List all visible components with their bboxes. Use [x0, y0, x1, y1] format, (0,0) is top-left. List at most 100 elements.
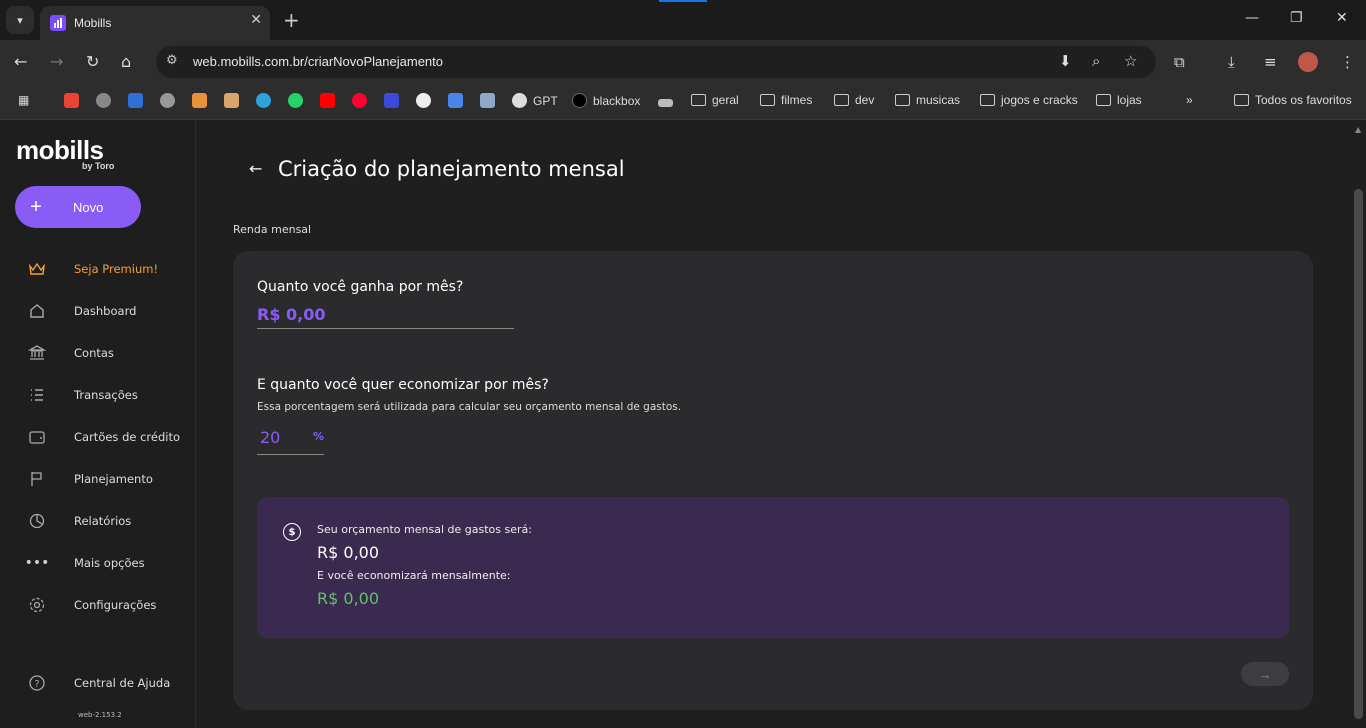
- close-window-button[interactable]: ✕: [1336, 10, 1348, 26]
- new-button-label: Novo: [73, 199, 104, 215]
- address-bar[interactable]: ⚙ web.mobills.com.br/criarNovoPlanejamen…: [156, 46, 1156, 78]
- folder-jogos[interactable]: jogos e cracks: [980, 93, 1078, 107]
- sidebar-item-ajuda[interactable]: ? Central de Ajuda: [0, 663, 196, 703]
- window-accent-bar: [659, 0, 707, 2]
- home-button[interactable]: ⌂: [121, 52, 131, 71]
- folder-lojas[interactable]: lojas: [1096, 93, 1142, 107]
- youtube-bookmark[interactable]: [320, 93, 335, 108]
- sidebar-item-mais-opcoes[interactable]: ••• Mais opções: [0, 543, 196, 583]
- blue-bookmark[interactable]: [128, 93, 143, 108]
- savings-percent-input[interactable]: 20 %: [257, 425, 324, 455]
- globe2-bookmark[interactable]: [160, 93, 175, 108]
- gmail-bookmark[interactable]: [64, 93, 79, 108]
- list-icon: [28, 386, 46, 404]
- browser-toolbar: ← → ↻ ⌂ ⚙ web.mobills.com.br/criarNovoPl…: [0, 40, 1366, 84]
- folder-geral[interactable]: geral: [691, 93, 739, 107]
- income-input[interactable]: R$ 0,00: [257, 305, 514, 329]
- savings-value: R$ 0,00: [317, 589, 380, 608]
- menu-icon[interactable]: ⋮: [1340, 53, 1355, 71]
- folder-icon: [1096, 94, 1111, 106]
- scrollbar[interactable]: ▲: [1351, 121, 1366, 728]
- sidebar-item-planejamento[interactable]: Planejamento: [0, 459, 196, 499]
- gpt-bookmark[interactable]: GPT: [512, 93, 558, 108]
- folder-musicas[interactable]: musicas: [895, 93, 960, 107]
- github-bookmark[interactable]: [416, 93, 431, 108]
- browser-tab-strip: ▾ Mobills ✕ + — ❐ ✕: [0, 0, 1366, 40]
- budget-value: R$ 0,00: [317, 543, 380, 562]
- folder-dev[interactable]: dev: [834, 93, 874, 107]
- sidebar-item-dashboard[interactable]: Dashboard: [0, 291, 196, 331]
- folder-icon: [760, 94, 775, 106]
- sidebar-item-label: Relatórios: [74, 514, 132, 528]
- close-tab-icon[interactable]: ✕: [250, 12, 262, 28]
- svg-text:?: ?: [34, 679, 39, 690]
- profile-avatar[interactable]: [1298, 52, 1318, 72]
- more-bookmarks-icon[interactable]: »: [1186, 93, 1193, 107]
- whatsapp-bookmark[interactable]: [288, 93, 303, 108]
- sidebar-item-label: Transações: [74, 388, 138, 402]
- sidebar-item-label: Central de Ajuda: [74, 676, 171, 690]
- misc-bookmark[interactable]: [658, 93, 673, 107]
- savings-percent-value[interactable]: 20: [260, 428, 280, 447]
- apps-icon[interactable]: ▦: [18, 93, 29, 107]
- savings-label: E você economizará mensalmente:: [317, 569, 511, 582]
- back-button[interactable]: ←: [14, 52, 27, 71]
- logo-subtitle: by Toro: [82, 161, 115, 171]
- sidebar-item-contas[interactable]: Contas: [0, 333, 196, 373]
- url-text[interactable]: web.mobills.com.br/criarNovoPlanejamento: [193, 54, 443, 69]
- sidebar-item-configuracoes[interactable]: Configurações: [0, 585, 196, 625]
- globe-bookmark[interactable]: [96, 93, 111, 108]
- app-version: web-2.153.2: [78, 711, 122, 719]
- next-button[interactable]: →: [1241, 662, 1289, 686]
- site-info-icon[interactable]: ⚙: [166, 53, 178, 68]
- sidebar-item-label: Planejamento: [74, 472, 153, 486]
- savings-hint: Essa porcentagem será utilizada para cal…: [257, 401, 682, 413]
- youtube-music-bookmark[interactable]: [352, 93, 367, 108]
- savings-question: E quanto você quer economizar por mês?: [257, 377, 549, 393]
- bookmark-star-icon[interactable]: ☆: [1124, 52, 1137, 70]
- new-button[interactable]: + Novo: [15, 186, 141, 228]
- back-arrow-icon[interactable]: ←: [249, 159, 262, 178]
- heart-bookmark[interactable]: [384, 93, 399, 108]
- reload-button[interactable]: ↻: [86, 52, 99, 71]
- downloads-icon[interactable]: ⤓: [1228, 53, 1235, 71]
- section-label: Renda mensal: [233, 223, 312, 236]
- sidebar-item-label: Configurações: [74, 598, 157, 612]
- sidebar-item-cartoes[interactable]: Cartões de crédito: [0, 417, 196, 457]
- tab-search-button[interactable]: ▾: [6, 6, 34, 34]
- sidebar-item-relatorios[interactable]: Relatórios: [0, 501, 196, 541]
- forward-button[interactable]: →: [50, 52, 63, 71]
- orange-bookmark[interactable]: [192, 93, 207, 108]
- grid-bookmark[interactable]: [480, 93, 495, 108]
- main-content: ← Criação do planejamento mensal Renda m…: [197, 121, 1351, 728]
- media-control-icon[interactable]: ≡: [1264, 53, 1277, 71]
- scroll-up-icon[interactable]: ▲: [1355, 125, 1361, 134]
- sidebar-item-transacoes[interactable]: Transações: [0, 375, 196, 415]
- restore-button[interactable]: ❐: [1290, 10, 1303, 26]
- install-app-icon[interactable]: ⬇: [1059, 52, 1072, 70]
- extensions-icon[interactable]: ⧉: [1174, 53, 1185, 71]
- more-horizontal-icon: •••: [24, 555, 50, 571]
- percent-symbol: %: [313, 430, 325, 443]
- store-bookmark[interactable]: [224, 93, 239, 108]
- sidebar-item-premium[interactable]: Seja Premium!: [0, 249, 196, 289]
- sidebar-item-label: Cartões de crédito: [74, 430, 181, 444]
- bank-icon: [28, 344, 46, 362]
- new-tab-button[interactable]: +: [283, 8, 300, 32]
- all-bookmarks-folder[interactable]: Todos os favoritos: [1234, 93, 1352, 107]
- translate-bookmark[interactable]: [448, 93, 463, 108]
- minimize-button[interactable]: —: [1245, 10, 1259, 26]
- page-title: Criação do planejamento mensal: [278, 157, 625, 181]
- scroll-thumb[interactable]: [1354, 189, 1363, 719]
- bookmarks-bar: ▦ GPT blackbox geral filmes dev musicas …: [0, 84, 1366, 120]
- telegram-bookmark[interactable]: [256, 93, 271, 108]
- zoom-icon[interactable]: ⌕: [1092, 52, 1100, 70]
- home-icon: [28, 302, 46, 320]
- plus-icon: +: [30, 195, 42, 218]
- help-icon: ?: [28, 674, 46, 692]
- folder-icon: [895, 94, 910, 106]
- blackbox-bookmark[interactable]: blackbox: [572, 93, 640, 108]
- folder-filmes[interactable]: filmes: [760, 93, 812, 107]
- sidebar: mobills by Toro + Novo Seja Premium! Das…: [0, 121, 196, 728]
- browser-tab[interactable]: Mobills ✕: [40, 6, 270, 40]
